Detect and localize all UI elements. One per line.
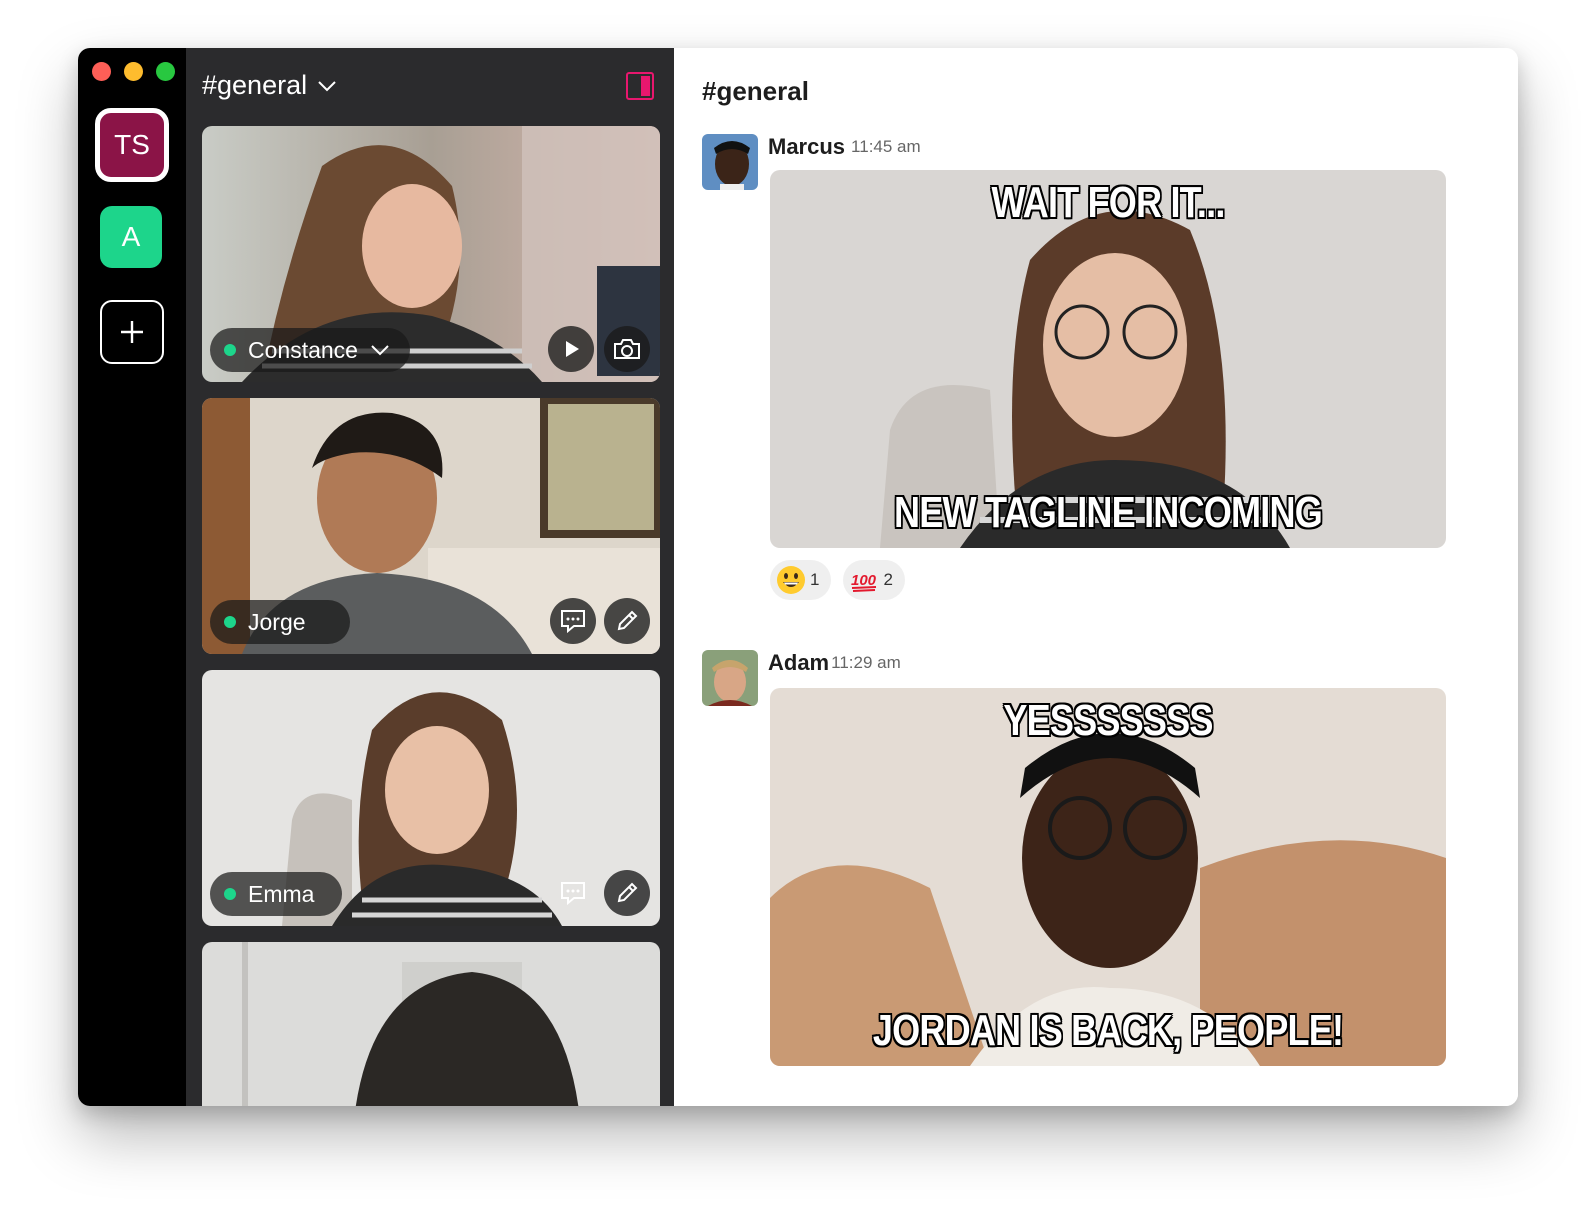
- participant-name-pill[interactable]: Jorge: [210, 600, 350, 644]
- play-button[interactable]: [548, 326, 594, 372]
- workspace-rail: TS A: [78, 48, 186, 1106]
- reaction-grinning[interactable]: 1: [770, 560, 832, 600]
- marcus-avatar-image: [702, 134, 758, 190]
- message-button[interactable]: [550, 598, 596, 644]
- meme-bottom-caption: JORDAN IS BACK, PEOPLE!: [872, 1006, 1344, 1055]
- reaction-count: 2: [883, 570, 893, 589]
- meme-bottom-caption: NEW TAGLINE INCOMING: [894, 488, 1323, 537]
- camera-button[interactable]: [604, 326, 650, 372]
- channel-switcher[interactable]: #general: [202, 70, 337, 101]
- chat-panel: #general Marcus 11:45 am WAIT FOR IT... …: [674, 48, 1518, 1106]
- adam-avatar-image: [702, 650, 758, 706]
- chat-channel-title: #general: [702, 76, 809, 106]
- plus-icon: [121, 321, 143, 343]
- participant-name: Jorge: [248, 608, 306, 635]
- video-channel-name: #general: [202, 70, 308, 100]
- chevron-down-icon: [371, 345, 389, 356]
- chat-bubble-icon: [561, 610, 585, 633]
- participant-name: Constance: [248, 336, 358, 363]
- app-window: TS A #general Constance Jorge Emma #gene…: [78, 48, 1518, 1106]
- meme-image[interactable]: YESSSSSSS JORDAN IS BACK, PEOPLE!: [770, 688, 1446, 1066]
- participant-name: Emma: [248, 880, 315, 907]
- pencil-icon: [617, 882, 638, 903]
- close-window-button[interactable]: [92, 62, 111, 81]
- add-workspace-button[interactable]: [100, 300, 164, 364]
- window-controls: [92, 62, 175, 81]
- chat-bubble-icon: [561, 882, 585, 905]
- chevron-down-icon: [318, 80, 336, 91]
- video-panel: #general Constance Jorge Emma: [186, 48, 674, 1106]
- avatar[interactable]: [702, 134, 758, 190]
- online-status-dot: [224, 616, 236, 628]
- play-icon: [566, 341, 579, 357]
- meme-top-caption: WAIT FOR IT...: [991, 178, 1225, 227]
- online-status-dot: [224, 344, 236, 356]
- message-button[interactable]: [550, 870, 596, 916]
- video-tile-constance[interactable]: Constance: [202, 126, 660, 382]
- grinning-face-icon: [777, 566, 805, 594]
- minimize-window-button[interactable]: [124, 62, 143, 81]
- maximize-window-button[interactable]: [156, 62, 175, 81]
- camera-icon: [614, 339, 640, 359]
- reaction-count: 1: [810, 570, 820, 589]
- reaction-hundred[interactable]: 100 2: [843, 560, 905, 600]
- participant-name-pill[interactable]: Constance: [210, 328, 410, 372]
- edit-button[interactable]: [604, 870, 650, 916]
- message-author[interactable]: Marcus: [768, 134, 845, 160]
- message-timestamp: 11:29 am: [831, 653, 901, 672]
- edit-button[interactable]: [604, 598, 650, 644]
- video-tile-jorge[interactable]: Jorge: [202, 398, 660, 654]
- participant-video-feed: [202, 942, 660, 1106]
- message-author[interactable]: Adam: [768, 650, 829, 676]
- hundred-points-icon: 100: [851, 572, 877, 592]
- participant-name-pill[interactable]: Emma: [210, 872, 343, 916]
- message-timestamp: 11:45 am: [851, 137, 921, 156]
- meme-top-caption: YESSSSSSS: [1003, 696, 1213, 745]
- meme-image[interactable]: WAIT FOR IT... NEW TAGLINE INCOMING: [770, 170, 1446, 548]
- video-tile-emma[interactable]: Emma: [202, 670, 660, 926]
- video-tile-4[interactable]: [202, 942, 660, 1106]
- workspace-a[interactable]: A: [100, 206, 162, 268]
- avatar[interactable]: [702, 650, 758, 706]
- online-status-dot: [224, 888, 236, 900]
- pencil-icon: [617, 610, 638, 631]
- reaction-bar: 1 100 2: [770, 560, 905, 600]
- toggle-panel-button[interactable]: [626, 72, 654, 100]
- workspace-ts[interactable]: TS: [95, 108, 169, 182]
